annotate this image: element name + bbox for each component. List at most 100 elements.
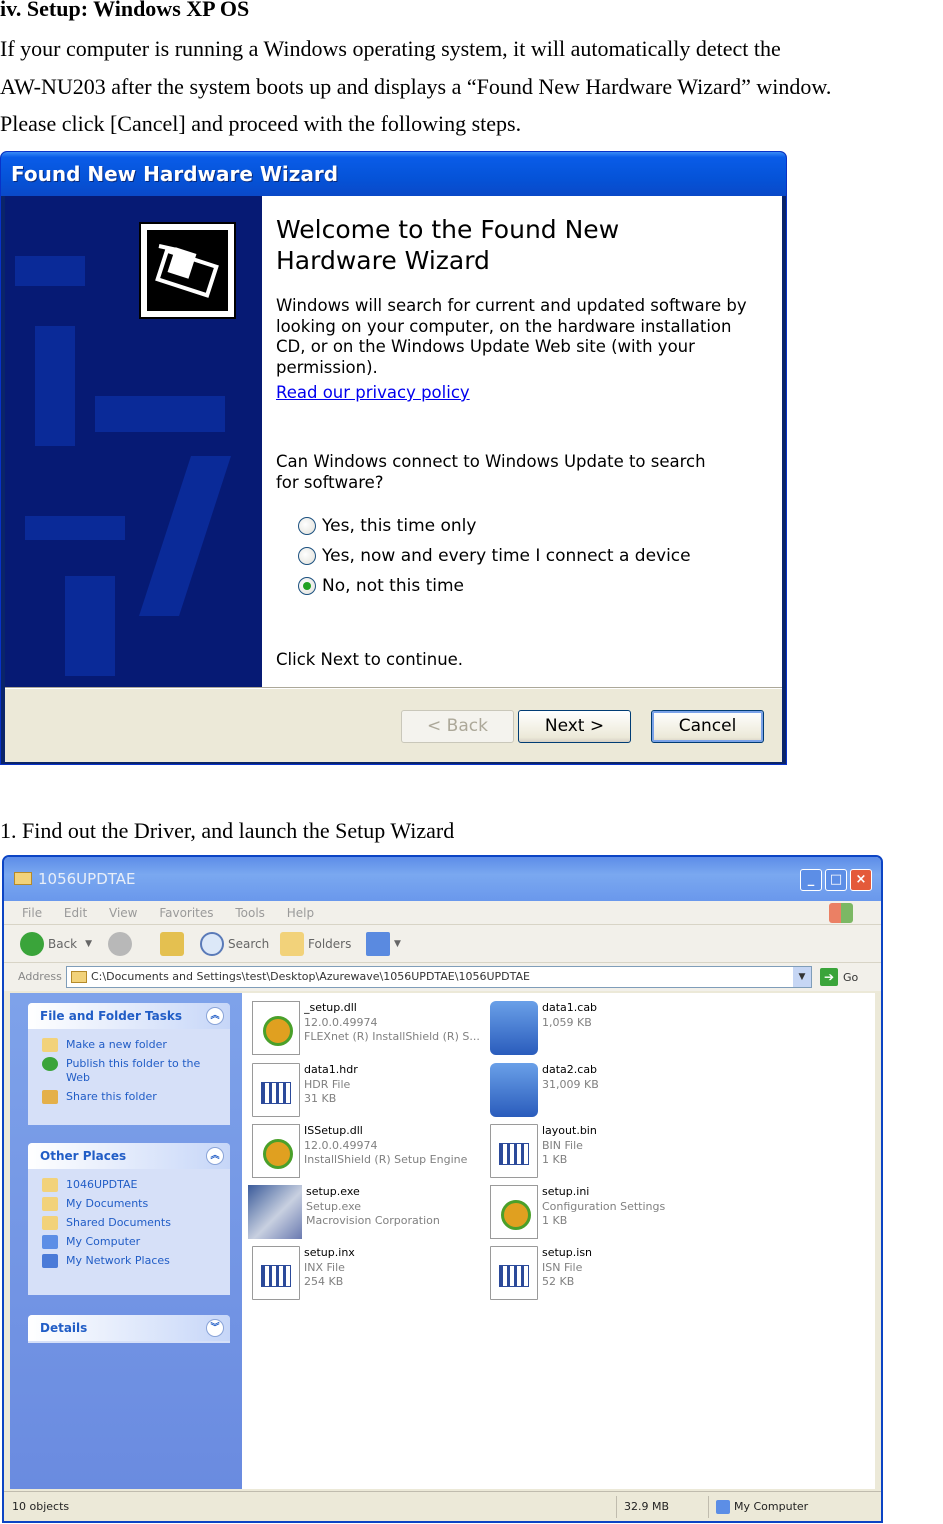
status-bar: 10 objects 32.9 MB My Computer [4, 1491, 881, 1521]
privacy-policy-link[interactable]: Read our privacy policy [276, 383, 768, 402]
radio-button[interactable] [298, 517, 316, 535]
file-item[interactable]: setup.isn ISN File 52 KB [490, 1246, 726, 1306]
panel-header[interactable]: File and Folder Tasks ︽ [28, 1003, 230, 1029]
menu-edit[interactable]: Edit [64, 906, 87, 920]
place-parent-folder[interactable]: 1046UPDTAE [28, 1175, 230, 1194]
file-detail: Setup.exe [306, 1199, 362, 1213]
gear-file-icon [490, 1185, 538, 1239]
panel-header[interactable]: Details ︾ [28, 1315, 230, 1341]
share-folder-icon [42, 1090, 58, 1104]
chevron-down-icon[interactable]: ▼ [394, 939, 401, 949]
file-item[interactable]: data2.cab 31,009 KB [490, 1063, 726, 1123]
new-folder-icon [42, 1038, 58, 1052]
document-icon [490, 1124, 538, 1178]
file-item[interactable]: data1.hdr HDR File 31 KB [252, 1063, 488, 1123]
place-my-network[interactable]: My Network Places [28, 1251, 230, 1270]
next-button[interactable]: Next > [518, 710, 631, 743]
panel-title: File and Folder Tasks [40, 1009, 183, 1023]
file-item[interactable]: setup.ini Configuration Settings 1 KB [490, 1185, 726, 1245]
search-button[interactable]: Search [200, 932, 269, 956]
collapse-icon[interactable]: ︽ [206, 1007, 224, 1025]
panel-title: Other Places [40, 1149, 127, 1163]
cabinet-icon [490, 1001, 538, 1055]
place-my-computer[interactable]: My Computer [28, 1232, 230, 1251]
option-no-not-this-time[interactable]: No, not this time [298, 571, 768, 601]
file-item[interactable]: setup.exe Setup.exe Macrovision Corporatio… [248, 1185, 484, 1245]
update-question: Can Windows connect to Windows Update to… [276, 452, 706, 492]
section-heading: iv. Setup: Windows XP OS [0, 0, 250, 21]
document-icon [490, 1246, 538, 1300]
file-item[interactable]: ISSetup.dll 12.0.0.49974 InstallShield (R)… [252, 1124, 488, 1184]
panel-title: Details [40, 1321, 88, 1335]
file-detail: InstallShield (R) Setup Engine [304, 1153, 468, 1166]
chevron-down-icon[interactable]: ▼ [793, 967, 811, 987]
place-shared-documents[interactable]: Shared Documents [28, 1213, 230, 1232]
menu-view[interactable]: View [109, 906, 137, 920]
chevron-down-icon[interactable]: ▼ [85, 939, 92, 949]
folders-button[interactable]: Folders [280, 932, 351, 956]
option-label: Yes, this time only [322, 516, 477, 536]
file-detail: FLEXnet (R) InstallShield (R) S... [304, 1030, 480, 1043]
menu-favorites[interactable]: Favorites [159, 906, 213, 920]
file-item[interactable]: _setup.dll 12.0.0.49974 FLEXnet (R) Instal… [252, 1001, 488, 1061]
folders-label: Folders [308, 937, 352, 951]
back-button[interactable]: < Back [401, 710, 514, 743]
place-my-documents[interactable]: My Documents [28, 1194, 230, 1213]
object-count: 10 objects [12, 1500, 70, 1513]
file-detail: INX File [304, 1260, 345, 1274]
file-item[interactable]: data1.cab 1,059 KB [490, 1001, 726, 1061]
globe-icon [42, 1057, 58, 1071]
file-name: data1.cab [542, 1001, 598, 1014]
menu-file[interactable]: File [22, 906, 42, 920]
other-places-panel: Other Places ︽ 1046UPDTAE My Documents S… [28, 1143, 230, 1295]
back-nav-button[interactable]: Back ▼ [20, 932, 92, 956]
gear-file-icon [252, 1124, 300, 1178]
option-label: Yes, now and every time I connect a devi… [322, 546, 691, 566]
minimize-icon[interactable]: _ [800, 869, 822, 891]
file-name: setup.exe [306, 1185, 360, 1198]
cancel-button[interactable]: Cancel [651, 710, 764, 743]
collapse-icon[interactable]: ︽ [206, 1147, 224, 1165]
file-detail: 254 KB [304, 1275, 344, 1288]
location-label: My Computer [734, 1500, 809, 1513]
up-folder-button[interactable] [160, 932, 188, 956]
task-publish-web[interactable]: Publish this folder to the Web [28, 1054, 230, 1087]
explorer-title: 1056UPDTAE [38, 870, 136, 888]
file-item[interactable]: setup.inx INX File 254 KB [252, 1246, 488, 1306]
maximize-icon[interactable]: □ [825, 869, 847, 891]
wizard-separator [5, 687, 782, 689]
views-button[interactable]: ▼ [366, 932, 401, 956]
my-computer-icon [716, 1500, 730, 1514]
file-detail: 1 KB [542, 1153, 568, 1166]
address-field[interactable]: C:\Documents and Settings\test\Desktop\A… [66, 966, 812, 988]
address-bar: Address C:\Documents and Settings\test\D… [4, 963, 881, 991]
expand-icon[interactable]: ︾ [206, 1319, 224, 1337]
option-yes-this-time[interactable]: Yes, this time only [298, 511, 768, 541]
total-size: 32.9 MB [624, 1500, 670, 1513]
panel-header[interactable]: Other Places ︽ [28, 1143, 230, 1169]
explorer-window: 1056UPDTAE _ □ × File Edit View Favorite… [2, 855, 883, 1523]
radio-button-selected[interactable] [298, 577, 316, 595]
file-name: setup.ini [542, 1185, 590, 1198]
file-item[interactable]: layout.bin BIN File 1 KB [490, 1124, 726, 1184]
intro-line: If your computer is running a Windows op… [0, 36, 781, 61]
option-yes-every-time[interactable]: Yes, now and every time I connect a devi… [298, 541, 768, 571]
task-share-folder[interactable]: Share this folder [28, 1087, 230, 1106]
menu-tools[interactable]: Tools [235, 906, 265, 920]
close-icon[interactable]: × [850, 869, 872, 891]
go-button[interactable]: ➔ Go [820, 968, 858, 986]
hardware-wizard-window: Found New Hardware Wizard Welcome to the [0, 151, 787, 765]
menu-bar: File Edit View Favorites Tools Help [4, 901, 881, 925]
wizard-heading: Welcome to the Found New Hardware Wizard [276, 215, 620, 275]
menu-help[interactable]: Help [287, 906, 314, 920]
folder-icon [14, 872, 32, 885]
radio-button[interactable] [298, 547, 316, 565]
wizard-title-bar: Found New Hardware Wizard [1, 152, 786, 196]
forward-nav-button[interactable] [108, 932, 136, 956]
folders-icon [280, 932, 304, 956]
task-make-folder[interactable]: Make a new folder [28, 1035, 230, 1054]
toolbar: Back ▼ Search Folders ▼ [4, 925, 881, 963]
shared-documents-icon [42, 1216, 58, 1230]
go-arrow-icon: ➔ [820, 968, 838, 986]
file-name: ISSetup.dll [304, 1124, 363, 1137]
